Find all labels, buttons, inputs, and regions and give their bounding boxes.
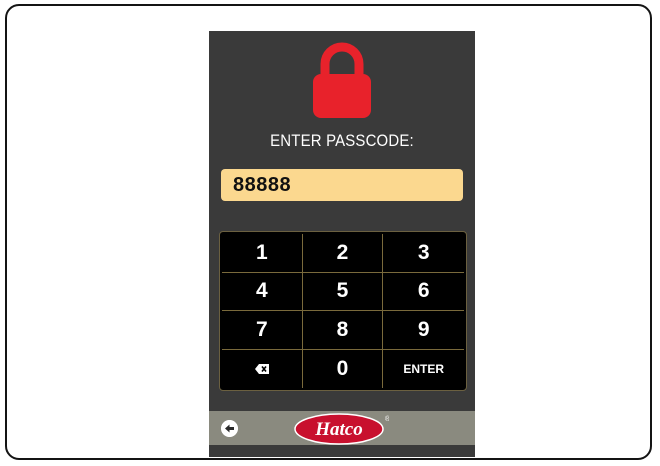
key-7[interactable]: 7 <box>222 311 303 350</box>
key-3[interactable]: 3 <box>383 234 464 273</box>
key-6[interactable]: 6 <box>383 273 464 311</box>
lock-icon <box>313 42 371 118</box>
enter-key[interactable]: ENTER <box>383 350 464 389</box>
bottom-bar: Hatco ® <box>209 411 475 445</box>
passcode-screen: ENTER PASSCODE: 88888 1 2 3 4 5 6 7 8 9 <box>209 31 475 457</box>
key-0-label: 0 <box>336 356 349 380</box>
key-0[interactable]: 0 <box>303 349 384 388</box>
passcode-value: 88888 <box>233 174 292 196</box>
key-1[interactable]: 1 <box>222 234 303 273</box>
enter-key-label: ENTER <box>403 361 444 376</box>
key-9-label: 9 <box>417 317 430 341</box>
hatco-logo-text: Hatco <box>314 419 363 440</box>
key-5[interactable]: 5 <box>302 272 384 311</box>
key-9[interactable]: 9 <box>383 311 464 350</box>
keypad: 1 2 3 4 5 6 7 8 9 0 ENTER <box>219 231 467 391</box>
key-2[interactable]: 2 <box>302 234 384 273</box>
key-1-label: 1 <box>255 240 268 264</box>
device-frame: ENTER PASSCODE: 88888 1 2 3 4 5 6 7 8 9 <box>5 4 652 460</box>
key-2-label: 2 <box>336 240 349 264</box>
hatco-logo: Hatco ® <box>294 413 389 445</box>
registered-mark: ® <box>385 415 389 423</box>
enter-passcode-label: ENTER PASSCODE: <box>270 131 414 150</box>
key-4-label: 4 <box>255 279 268 303</box>
key-6-label: 6 <box>417 279 430 303</box>
backspace-key[interactable] <box>222 349 303 388</box>
key-3-label: 3 <box>417 240 430 264</box>
key-5-label: 5 <box>336 279 349 303</box>
key-8-label: 8 <box>336 317 349 341</box>
key-8[interactable]: 8 <box>302 311 384 350</box>
backspace-icon <box>254 363 269 374</box>
passcode-input[interactable]: 88888 <box>221 169 463 201</box>
back-arrow-icon[interactable] <box>221 420 238 437</box>
key-4[interactable]: 4 <box>222 272 303 311</box>
key-7-label: 7 <box>255 317 268 341</box>
